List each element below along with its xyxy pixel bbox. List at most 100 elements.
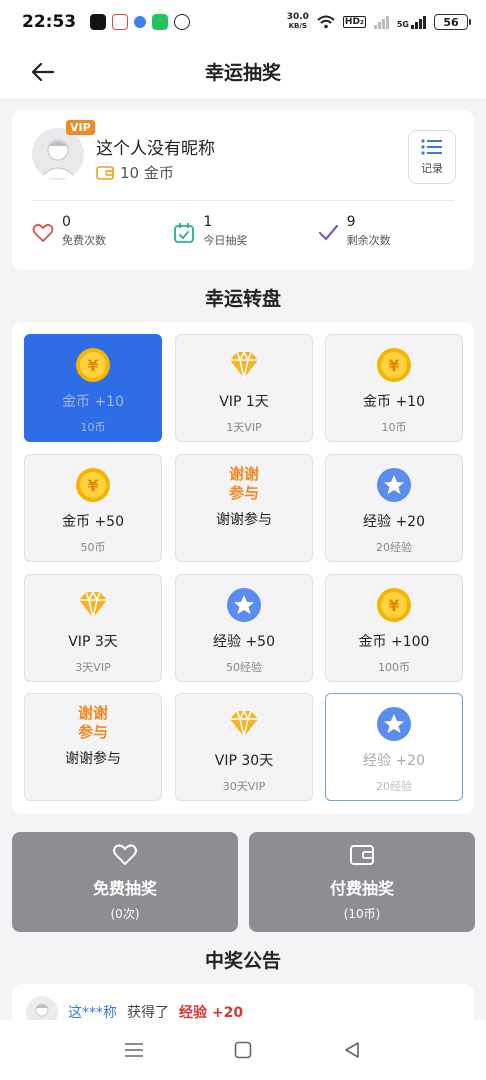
prize-cell[interactable]: VIP 1天 1天VIP [175,334,313,442]
network-speed: 30.0 KB/S [287,13,309,31]
thanks-icon: 谢谢 参与 [219,465,269,503]
winner-verb: 获得了 [127,1005,169,1021]
prize-cell[interactable]: 谢谢 参与 谢谢参与 [175,454,313,562]
prize-cell[interactable]: 谢谢 参与 谢谢参与 [24,693,162,801]
network-speed-value: 30.0 [286,12,309,22]
record-button[interactable]: 记录 [408,130,456,184]
prize-cell[interactable]: 经验 +50 50经验 [175,574,313,682]
avatar-wrapper: VIP [32,120,95,180]
svg-text:¥: ¥ [87,476,98,495]
prize-cell[interactable]: 经验 +20 20经验 [325,693,463,801]
wallet-icon [350,844,374,865]
app-notification-icon [112,14,129,30]
app-header: 幸运抽奖 [0,44,486,100]
coin-icon: ¥ [75,467,111,503]
page-title: 幸运抽奖 [204,62,281,84]
coin-icon: ¥ [75,347,111,383]
stat-value: 1 [203,214,213,230]
paid-draw-button[interactable]: 付费抽奖 (10币) [249,832,475,932]
prize-subtitle: 100币 [378,661,410,674]
prize-cell[interactable]: VIP 30天 30天VIP [175,693,313,801]
battery-level: 56 [443,15,459,29]
prize-title: 金币 +50 [62,514,124,530]
vip-badge: VIP [66,120,95,135]
status-right: 30.0 KB/S HD₂ 5G 56 [287,13,471,31]
svg-text:¥: ¥ [87,356,98,375]
home-nav-button[interactable] [223,1030,263,1070]
back-button[interactable] [28,58,58,86]
stat-label: 免费次数 [62,234,106,247]
stat-today-draws: 1 今日抽奖 [173,214,310,248]
stat-label: 今日抽奖 [203,234,248,247]
heart-icon [113,843,137,865]
star-icon [376,467,412,503]
user-nickname: 这个人没有昵称 [96,139,215,159]
wifi-icon [317,15,335,29]
hd-icon: HD₂ [342,16,366,28]
winner-prize: 经验 +20 [179,1005,244,1021]
network-speed-unit: KB/S [288,22,307,30]
prize-subtitle: 50经验 [226,661,262,674]
wheel-title: 幸运转盘 [204,288,281,310]
browser-icon [134,16,147,28]
prize-cell[interactable]: 经验 +20 20经验 [325,454,463,562]
prize-title: VIP 1天 [219,394,269,410]
thanks-icon-line: 参与 [228,484,259,502]
prize-title: 经验 +50 [213,634,275,650]
avatar[interactable] [32,128,84,180]
calendar-check-icon [174,223,195,243]
paid-draw-title: 付费抽奖 [329,878,394,898]
coin-icon: ¥ [376,347,412,383]
prize-subtitle: 30天VIP [222,780,266,793]
battery-icon: 56 [434,14,471,30]
coin-icon: ¥ [376,587,412,623]
signal-1-icon [373,15,389,29]
thanks-icon-line: 参与 [77,723,108,741]
signal-2: 5G [397,15,426,29]
svg-text:¥: ¥ [388,356,399,375]
prize-cell[interactable]: ¥ 金币 +10 10币 [24,334,162,442]
prize-subtitle: 20经验 [376,541,412,554]
free-draw-button[interactable]: 免费抽奖 (0次) [12,832,238,932]
wechat-icon [174,14,191,30]
prize-title: 经验 +20 [363,514,425,530]
menu-icon [125,1043,144,1057]
list-icon [421,139,442,155]
user-card: VIP 这个人没有昵称 10 金币 记录 0 免费次数 1 今日抽奖 9 剩余次… [12,110,474,270]
default-avatar-icon [39,139,77,179]
free-draw-sub: (0次) [110,906,140,921]
star-icon [376,706,412,742]
diamond-icon [226,347,262,383]
prize-cell[interactable]: ¥ 金币 +10 10币 [325,334,463,442]
heart-icon [32,223,54,242]
prize-cell[interactable]: VIP 3天 3天VIP [24,574,162,682]
prize-title: 谢谢参与 [216,512,272,528]
prize-title: 金币 +100 [358,634,430,650]
checkmark-icon [318,224,338,241]
stat-remaining: 9 剩余次数 [317,214,454,248]
free-draw-title: 免费抽奖 [92,878,157,898]
tiktok-icon [90,14,107,30]
paid-draw-sub: (10币) [343,906,381,921]
thanks-icon-line: 谢谢 [77,704,108,722]
prize-title: 金币 +10 [363,394,425,410]
menu-nav-button[interactable] [114,1030,154,1070]
prize-title: 金币 +10 [62,394,124,410]
arrow-left-icon [32,63,54,81]
prize-cell[interactable]: ¥ 金币 +50 50币 [24,454,162,562]
message-app-icon [152,14,169,30]
home-square-icon [234,1041,252,1059]
thanks-icon-line: 谢谢 [228,465,259,483]
prize-subtitle: 20经验 [376,780,412,793]
status-bar: 22:53 30.0 KB/S HD₂ 5G 56 [0,0,486,44]
prize-subtitle: 10币 [80,421,106,434]
stat-value: 9 [346,214,356,230]
stat-free-count: 0 免费次数 [32,214,169,248]
notification-icons [90,14,191,30]
back-nav-button[interactable] [332,1030,372,1070]
prize-cell[interactable]: ¥ 金币 +100 100币 [325,574,463,682]
prize-title: VIP 3天 [68,634,118,650]
diamond-icon [226,706,262,742]
coin-balance: 10 金币 [96,162,174,183]
record-label: 记录 [421,162,443,175]
